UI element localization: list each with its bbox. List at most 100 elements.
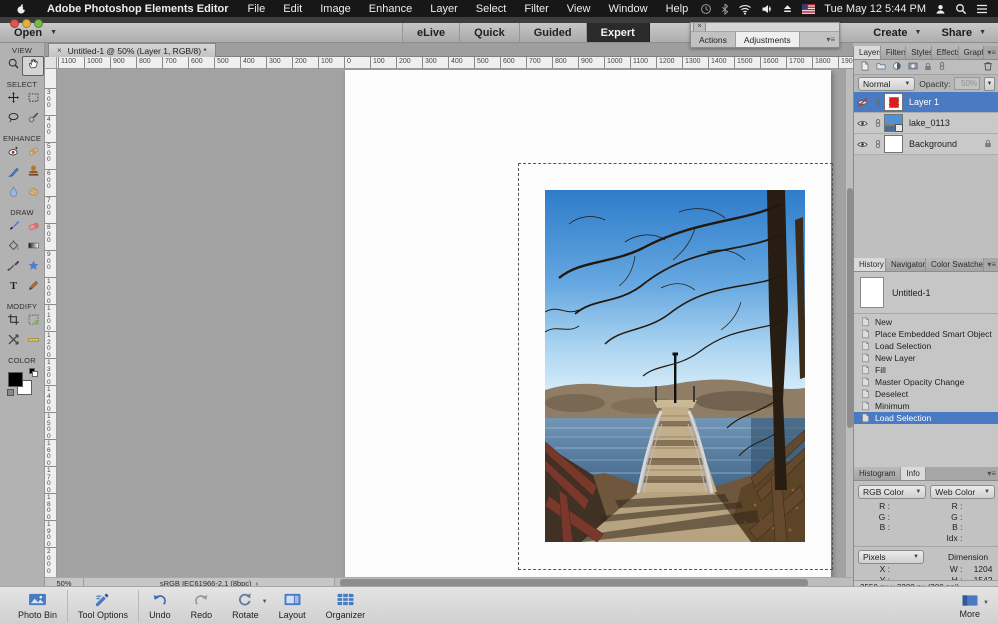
smart-brush-tool[interactable] (2, 164, 24, 184)
taskbar-organizer-button[interactable]: Organizer (316, 590, 376, 622)
quick-selection-tool[interactable] (22, 110, 44, 130)
new-group-icon[interactable] (875, 60, 887, 74)
straighten-tool[interactable] (22, 332, 44, 352)
info-left-mode-dropdown[interactable]: RGB Color ▼ (858, 485, 926, 499)
mode-tab-elive[interactable]: eLive (402, 23, 460, 42)
panel-flyout-menu-icon[interactable]: ▾≡ (984, 258, 998, 271)
window-close-button[interactable] (10, 19, 19, 28)
history-step[interactable]: New (854, 316, 998, 328)
spot-healing-brush-tool[interactable] (22, 144, 44, 164)
type-tool[interactable]: T (2, 278, 24, 298)
wifi-icon[interactable] (738, 3, 752, 15)
layer-row-lake_0113[interactable]: lake_0113 (854, 113, 998, 134)
menu-filter[interactable]: Filter (515, 3, 557, 15)
brush-tool[interactable] (2, 218, 24, 238)
eraser-tool[interactable] (22, 218, 44, 238)
more-button[interactable]: More ▼ (949, 591, 990, 621)
color-swatches[interactable] (7, 368, 37, 396)
crop-tool[interactable] (2, 312, 24, 332)
bluetooth-icon[interactable] (721, 3, 729, 15)
layer-row-background[interactable]: Background (854, 134, 998, 155)
opacity-dropdown-icon[interactable]: ▼ (984, 77, 995, 91)
history-step[interactable]: Deselect (854, 388, 998, 400)
tab-history[interactable]: History (854, 258, 886, 271)
tab-styles[interactable]: Styles (906, 46, 931, 59)
history-step[interactable]: Place Embedded Smart Object (854, 328, 998, 340)
layer-row-layer-1[interactable]: Layer 1 (854, 92, 998, 113)
adjustment-layer-icon[interactable] (891, 60, 903, 74)
menu-view[interactable]: View (558, 3, 600, 15)
history-step[interactable]: Fill (854, 364, 998, 376)
time-machine-icon[interactable] (700, 3, 712, 15)
create-button[interactable]: Create ▼ (873, 27, 921, 39)
layer-thumbnail[interactable] (884, 93, 903, 111)
notification-center-icon[interactable] (976, 4, 988, 14)
taskbar-undo-button[interactable]: Undo (139, 590, 181, 622)
spotlight-search-icon[interactable] (955, 3, 967, 15)
menu-edit[interactable]: Edit (274, 3, 311, 15)
app-name[interactable]: Adobe Photoshop Elements Editor (37, 3, 239, 15)
layer-thumbnail[interactable] (884, 135, 903, 153)
menu-layer[interactable]: Layer (421, 3, 467, 15)
gradient-tool[interactable] (22, 238, 44, 258)
info-right-mode-dropdown[interactable]: Web Color ▼ (930, 485, 995, 499)
opacity-value-field[interactable]: 50% (954, 77, 980, 90)
sponge-tool[interactable] (22, 184, 44, 204)
canvas-area[interactable] (56, 68, 845, 577)
layer-link-icon[interactable] (871, 96, 884, 108)
history-doc-row[interactable]: Untitled-1 (854, 272, 998, 312)
content-aware-move-tool[interactable] (2, 332, 24, 352)
floating-tab-adjustments[interactable]: Adjustments (736, 32, 800, 47)
user-icon[interactable] (935, 3, 946, 15)
foreground-color-swatch[interactable] (8, 372, 23, 387)
panel-flyout-menu-icon[interactable]: ▾≡ (822, 32, 839, 47)
taskbar-redo-button[interactable]: Redo (181, 590, 223, 622)
recompose-tool[interactable] (22, 312, 44, 332)
tab-navigator[interactable]: Navigator (886, 258, 926, 271)
mode-tab-guided[interactable]: Guided (520, 23, 587, 42)
tab-close-icon[interactable]: × (57, 46, 62, 55)
link-layers-icon[interactable] (937, 60, 947, 74)
layer-link-icon[interactable] (871, 117, 884, 129)
input-language-flag-icon[interactable] (802, 4, 815, 14)
eyedropper-tool[interactable] (2, 258, 24, 278)
tab-info[interactable]: Info (901, 467, 925, 480)
pencil-tool[interactable] (22, 278, 44, 298)
menu-image[interactable]: Image (311, 3, 360, 15)
default-colors-icon[interactable] (32, 371, 38, 377)
placed-photo-lake-pier[interactable] (545, 190, 805, 542)
history-step[interactable]: Load Selection (854, 340, 998, 352)
tab-filters[interactable]: Filters (881, 46, 906, 59)
info-units-dropdown[interactable]: Pixels ▼ (858, 550, 924, 564)
tab-color-swatches[interactable]: Color Swatches (926, 258, 984, 271)
layer-mask-icon[interactable] (907, 60, 919, 74)
history-step[interactable]: Minimum (854, 400, 998, 412)
move-tool[interactable] (2, 90, 24, 110)
panel-flyout-menu-icon[interactable]: ▾≡ (984, 46, 998, 59)
apple-menu-icon[interactable] (6, 3, 37, 15)
tab-effects[interactable]: Effects (932, 46, 959, 59)
shape-tool[interactable] (22, 258, 44, 278)
menubar-clock[interactable]: Tue May 12 5:44 PM (824, 3, 926, 15)
floating-tab-actions[interactable]: Actions (691, 32, 736, 47)
swap-colors-icon[interactable] (7, 389, 14, 396)
menu-window[interactable]: Window (599, 3, 656, 15)
hand-tool[interactable] (22, 56, 44, 76)
mode-tab-expert[interactable]: Expert (587, 23, 650, 42)
tab-histogram[interactable]: Histogram (854, 467, 901, 480)
layer-visibility-eye-icon[interactable] (854, 118, 871, 129)
layer-thumbnail[interactable] (884, 114, 903, 132)
layer-hidden-eye-icon[interactable] (854, 97, 871, 108)
taskbar-photo-bin-button[interactable]: Photo Bin (8, 590, 68, 622)
volume-icon[interactable] (761, 3, 773, 15)
blur-tool[interactable] (2, 184, 24, 204)
lock-icon[interactable] (923, 61, 933, 74)
history-step[interactable]: New Layer (854, 352, 998, 364)
blend-mode-dropdown[interactable]: Normal ▼ (858, 77, 915, 91)
taskbar-layout-button[interactable]: Layout (269, 590, 316, 622)
share-button[interactable]: Share ▼ (941, 27, 986, 39)
taskbar-tool-options-button[interactable]: Tool Options (68, 590, 139, 622)
mode-tab-quick[interactable]: Quick (460, 23, 520, 42)
tab-graph[interactable]: Graph (959, 46, 985, 59)
tab-layers[interactable]: Layers (854, 46, 881, 59)
